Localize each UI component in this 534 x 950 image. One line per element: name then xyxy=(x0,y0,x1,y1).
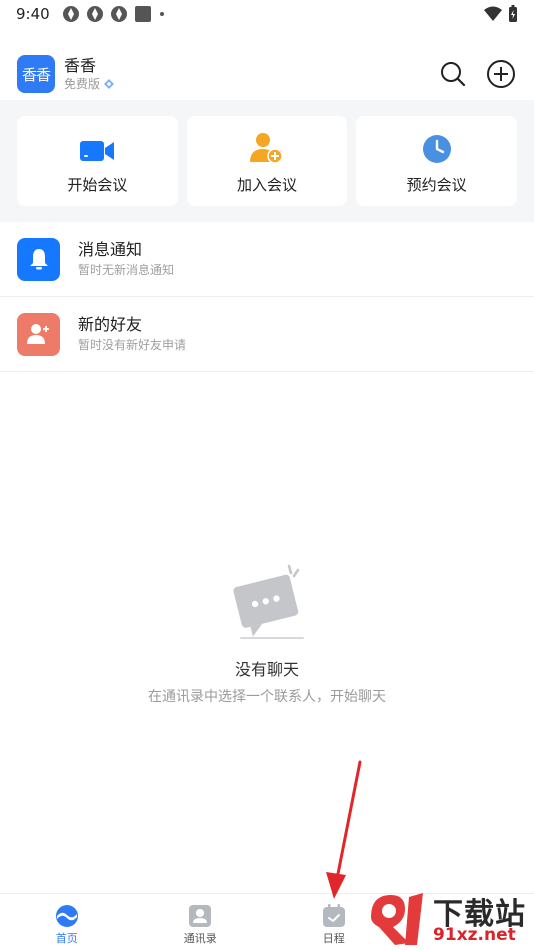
plus-circle-icon xyxy=(487,60,515,88)
app-notification-icon xyxy=(110,6,127,22)
wifi-icon xyxy=(484,6,502,21)
list-title: 消息通知 xyxy=(78,240,143,259)
empty-subtitle: 在通讯录中选择一个联系人，开始聊天 xyxy=(148,689,386,705)
add-button[interactable] xyxy=(485,58,517,90)
status-bar: 9:40 xyxy=(0,0,534,28)
video-camera-icon xyxy=(80,140,115,161)
status-notification-icons xyxy=(62,5,166,23)
search-button[interactable] xyxy=(437,58,469,90)
schedule-meeting-button[interactable]: 预约会议 xyxy=(356,116,518,206)
notification-list: 消息通知 暂时无新消息通知 新的好友 暂时没有新好友申请 xyxy=(0,222,534,372)
nav-home[interactable]: 首页 xyxy=(0,894,134,950)
empty-chat-illustration-icon xyxy=(233,564,304,639)
nav-contacts[interactable]: 通讯录 xyxy=(134,894,268,950)
join-meeting-button[interactable]: 加入会议 xyxy=(186,116,348,206)
list-title: 新的好友 xyxy=(78,315,143,334)
empty-chat-state: 没有聊天 在通讯录中选择一个联系人，开始聊天 xyxy=(0,560,534,706)
notification-icon-box xyxy=(17,237,60,281)
person-add-icon xyxy=(250,132,283,164)
watermark: 下载站 91xz.net xyxy=(365,887,534,950)
bell-icon xyxy=(29,249,48,270)
empty-title: 没有聊天 xyxy=(234,660,299,679)
app-notification-icon xyxy=(62,6,79,22)
action-label: 预约会议 xyxy=(406,175,467,194)
app-header: 香香 香香 免费版 xyxy=(0,46,534,102)
square-notification-icon xyxy=(134,6,151,22)
action-label: 开始会议 xyxy=(67,175,128,194)
quick-actions: 开始会议 加入会议 预约会议 xyxy=(0,100,534,222)
calendar-icon xyxy=(322,904,345,927)
list-item-notifications[interactable]: 消息通知 暂时无新消息通知 xyxy=(0,222,534,297)
clock-icon xyxy=(422,134,451,163)
home-logo-icon xyxy=(55,905,78,927)
list-item-new-friends[interactable]: 新的好友 暂时没有新好友申请 xyxy=(0,297,534,372)
user-info[interactable]: 香香 免费版 xyxy=(64,56,115,92)
contacts-icon xyxy=(189,905,212,927)
battery-icon xyxy=(509,5,517,22)
status-time: 9:40 xyxy=(16,5,50,23)
person-add-icon xyxy=(26,324,49,344)
user-plan: 免费版 xyxy=(64,76,115,92)
list-subtitle: 暂时没有新好友申请 xyxy=(78,338,187,352)
user-name: 香香 xyxy=(64,56,97,75)
app-notification-icon xyxy=(86,6,103,22)
watermark-url: 91xz.net xyxy=(433,925,516,945)
nav-label: 日程 xyxy=(322,932,345,945)
watermark-logo-icon xyxy=(371,893,423,945)
nav-label: 首页 xyxy=(55,932,78,945)
avatar[interactable]: 香香 xyxy=(17,55,55,93)
plan-label: 免费版 xyxy=(64,77,101,91)
start-meeting-button[interactable]: 开始会议 xyxy=(17,116,178,206)
list-subtitle: 暂时无新消息通知 xyxy=(78,263,175,277)
plan-badge-icon xyxy=(104,79,115,89)
search-icon xyxy=(441,62,466,87)
nav-label: 通讯录 xyxy=(183,932,217,945)
action-label: 加入会议 xyxy=(237,175,298,194)
friend-icon-box xyxy=(17,312,60,356)
dot-icon xyxy=(159,12,164,16)
